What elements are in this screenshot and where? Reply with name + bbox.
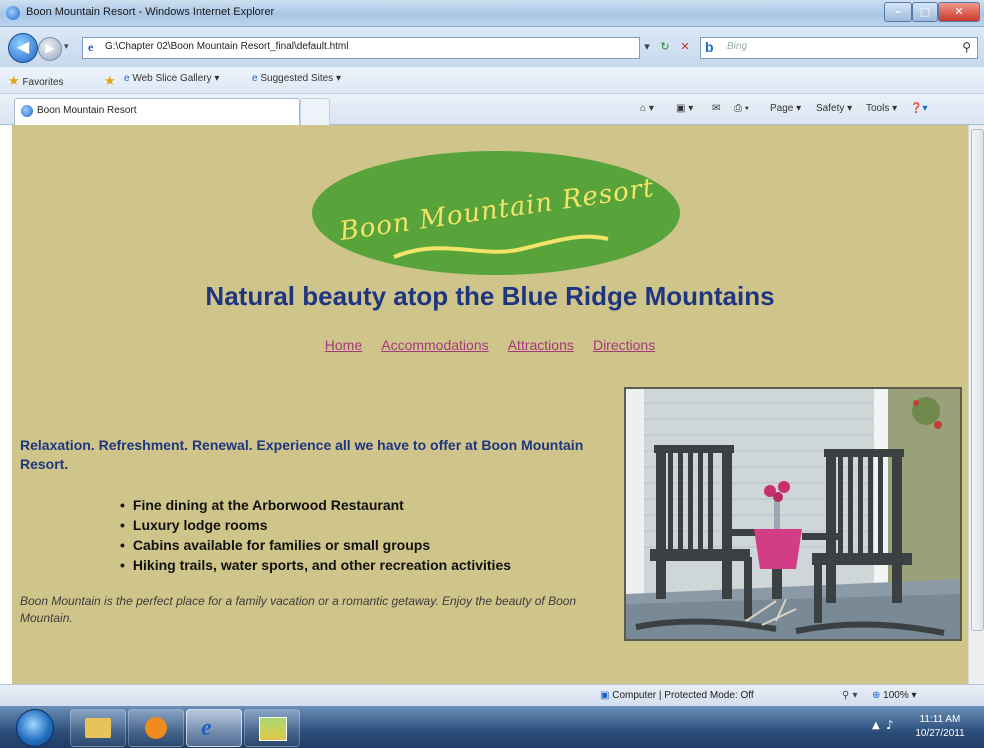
safety-menu[interactable]: Safety ▾ [816, 103, 852, 114]
navigation-bar: ◀ ▶ ▾ e G:\Chapter 02\Boon Mountain Reso… [0, 27, 984, 67]
page-headline: Natural beauty atop the Blue Ridge Mount… [205, 281, 775, 311]
address-dropdown-icon[interactable]: ▾ [638, 37, 656, 57]
status-text: Computer | Protected Mode: Off [612, 690, 754, 701]
home-icon[interactable]: ⌂ ▾ [640, 103, 654, 114]
start-button[interactable] [16, 709, 54, 747]
page-icon: e [88, 40, 94, 54]
window-title-bar[interactable]: Boon Mountain Resort - Windows Internet … [0, 0, 984, 27]
media-player-icon [145, 717, 167, 739]
favorites-label: Favorites [22, 77, 64, 88]
nav-link-home[interactable]: Home [325, 337, 362, 353]
status-bar: ▣ Computer | Protected Mode: Off ⚲ ▾ ⊕ 1… [0, 684, 984, 707]
protected-mode-icon[interactable]: ⚲ ▾ [842, 690, 858, 701]
web-slice-gallery-link[interactable]: e Web Slice Gallery ▾ [124, 73, 219, 84]
folder-icon [85, 718, 111, 738]
page-content: Boon Mountain Resort Natural beauty atop… [12, 125, 968, 684]
address-url: G:\Chapter 02\Boon Mountain Resort_final… [105, 41, 349, 52]
security-zone-status[interactable]: ▣ Computer | Protected Mode: Off [600, 690, 754, 701]
media-player-taskbar-button[interactable] [128, 709, 184, 747]
amenities-list: Fine dining at the Arborwood Restaurant … [120, 495, 511, 575]
nav-link-directions[interactable]: Directions [593, 337, 655, 353]
porch-photo [624, 387, 962, 641]
internet-explorer-taskbar-button[interactable]: e [186, 709, 242, 747]
search-icon[interactable]: ⚲ [962, 40, 971, 54]
help-icon[interactable]: ❓▾ [910, 103, 927, 114]
picture-icon [259, 717, 287, 741]
nav-link-attractions[interactable]: Attractions [508, 337, 574, 353]
site-navigation: Home Accommodations Attractions Directio… [12, 335, 968, 354]
window-title: Boon Mountain Resort - Windows Internet … [26, 6, 275, 18]
close-button[interactable]: ✕ [938, 2, 980, 22]
tab-boon-mountain-resort[interactable]: Boon Mountain Resort [14, 98, 300, 125]
search-field[interactable]: b Bing ⚲ [700, 37, 978, 59]
suggested-sites-label: Suggested Sites ▾ [260, 73, 341, 84]
tools-menu[interactable]: Tools ▾ [866, 103, 897, 114]
add-favorites-icon[interactable]: ★ [104, 73, 116, 89]
web-slice-gallery-label: Web Slice Gallery ▾ [132, 73, 220, 84]
print-icon[interactable]: ⎙ ▾ [734, 103, 749, 114]
bing-icon: b [705, 39, 714, 55]
closing-text: Boon Mountain is the perfect place for a… [20, 594, 577, 625]
paint-taskbar-button[interactable] [244, 709, 300, 747]
tab-label: Boon Mountain Resort [37, 105, 137, 116]
list-item: Hiking trails, water sports, and other r… [120, 555, 511, 575]
clock-time: 11:11 AM [919, 714, 961, 725]
tab-bar: Boon Mountain Resort ⌂ ▾ ▣ ▾ ✉ ⎙ ▾ Page … [0, 94, 984, 125]
zoom-level[interactable]: ⊕ 100% ▾ [872, 690, 917, 701]
forward-button[interactable]: ▶ [38, 37, 62, 61]
show-hidden-icons-icon[interactable]: ▲ [872, 720, 880, 731]
ie-page-icon: e [252, 73, 258, 84]
clock-date: 10/27/2011 [915, 728, 965, 739]
back-button[interactable]: ◀ [8, 33, 38, 63]
ie-icon: e [201, 715, 212, 741]
vertical-scrollbar[interactable] [968, 125, 984, 684]
search-placeholder: Bing [727, 41, 748, 52]
favorites-star-icon: ★ [8, 73, 20, 88]
zoom-value: 100% [883, 690, 909, 701]
computer-icon: ▣ [600, 690, 610, 701]
favorites-bar: ★ Favorites ★ e Web Slice Gallery ▾ e Su… [0, 67, 984, 94]
feeds-icon[interactable]: ▣ ▾ [676, 103, 693, 114]
scrollbar-thumb[interactable] [971, 129, 984, 631]
mail-icon[interactable]: ✉ [712, 103, 720, 114]
list-item: Cabins available for families or small g… [120, 535, 511, 555]
new-tab-button[interactable] [300, 98, 330, 125]
list-item: Luxury lodge rooms [120, 515, 511, 535]
minimize-button[interactable]: – [884, 2, 912, 22]
ie-tab-icon [21, 105, 33, 117]
system-clock[interactable]: 11:11 AM 10/27/2011 [900, 713, 980, 741]
ie-logo-icon [6, 6, 20, 20]
list-item: Fine dining at the Arborwood Restaurant [120, 495, 511, 515]
volume-icon[interactable]: ♪ [886, 718, 894, 732]
favorites-button[interactable]: ★ Favorites [8, 73, 64, 89]
recent-pages-chevron-icon[interactable]: ▾ [64, 42, 69, 52]
stop-icon[interactable]: ✕ [676, 37, 694, 57]
windows-taskbar: e ▲ ♪ 11:11 AM 10/27/2011 [0, 706, 984, 748]
refresh-icon[interactable]: ↻ [656, 37, 674, 57]
rocking-chairs-image [626, 389, 960, 639]
logo-swoosh [393, 234, 609, 259]
maximize-button[interactable]: □ [912, 2, 938, 22]
zoom-icon: ⊕ [872, 690, 881, 701]
nav-link-accommodations[interactable]: Accommodations [381, 337, 488, 353]
address-field[interactable]: e G:\Chapter 02\Boon Mountain Resort_fin… [82, 37, 640, 59]
ie-page-icon: e [124, 73, 130, 84]
suggested-sites-link[interactable]: e Suggested Sites ▾ [252, 73, 341, 84]
resort-logo: Boon Mountain Resort [312, 151, 680, 275]
explorer-taskbar-button[interactable] [70, 709, 126, 747]
page-menu[interactable]: Page ▾ [770, 103, 801, 114]
intro-text: Relaxation. Refreshment. Renewal. Experi… [20, 437, 584, 472]
